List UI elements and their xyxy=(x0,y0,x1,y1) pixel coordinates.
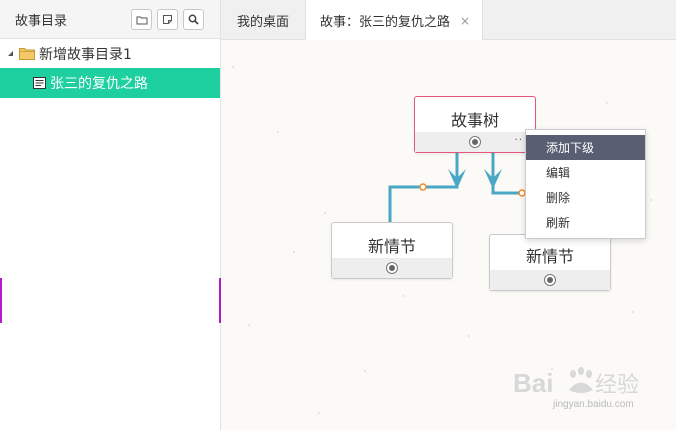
note-icon xyxy=(163,15,172,24)
collapse-triangle-icon[interactable] xyxy=(4,50,16,57)
search-icon xyxy=(188,14,199,25)
tab-my-desktop[interactable]: 我的桌面 xyxy=(221,0,307,40)
expand-dot-icon[interactable] xyxy=(469,136,481,148)
plot-node-left[interactable]: 新情节 xyxy=(331,222,453,279)
sidebar-toolbar xyxy=(131,9,204,30)
tree-item-folder[interactable]: 新增故事目录1 xyxy=(0,39,220,68)
tab-bar: 我的桌面 故事：张三的复仇之路 × xyxy=(221,0,676,41)
sidebar-header: 故事目录 xyxy=(0,0,220,39)
folder-icon xyxy=(136,16,147,24)
menu-item-delete[interactable]: 删除 xyxy=(526,185,645,210)
tab-story[interactable]: 故事：张三的复仇之路 × xyxy=(306,0,484,41)
left-resize-marker xyxy=(0,278,2,323)
connector-dot-left[interactable] xyxy=(419,183,427,191)
story-tree: 新增故事目录1 张三的复仇之路 xyxy=(0,39,220,98)
node-title: 新情节 xyxy=(525,247,574,266)
app-window: 故事目录 新增故事目录1 张三的复仇之路 我的桌面 故事：张三的复仇之路 × 故… xyxy=(0,0,676,430)
node-toolbar: ·· xyxy=(415,132,535,152)
menu-item-refresh[interactable]: 刷新 xyxy=(526,210,645,235)
folder-icon xyxy=(19,47,35,60)
node-toolbar xyxy=(490,270,610,290)
menu-item-edit[interactable]: 编辑 xyxy=(526,160,645,185)
node-title: 故事树 xyxy=(450,111,499,130)
story-tree-root-node[interactable]: 故事树 ·· xyxy=(414,96,536,153)
tab-label: 我的桌面 xyxy=(237,14,290,30)
svg-text:Bai: Bai xyxy=(513,368,553,398)
new-note-button[interactable] xyxy=(157,9,178,30)
expand-dot-icon[interactable] xyxy=(386,262,398,274)
search-button[interactable] xyxy=(183,9,204,30)
more-options-icon[interactable]: ·· xyxy=(515,135,523,146)
node-context-menu: 添加下级 编辑 删除 刷新 xyxy=(525,129,646,239)
plot-node-right[interactable]: 新情节 xyxy=(489,234,611,291)
watermark-url: jingyan.baidu.com xyxy=(553,399,634,410)
new-folder-button[interactable] xyxy=(131,9,152,30)
close-icon[interactable]: × xyxy=(460,14,470,28)
menu-item-add-child[interactable]: 添加下级 xyxy=(526,135,645,160)
document-icon xyxy=(33,77,46,89)
sidebar-title: 故事目录 xyxy=(15,13,68,29)
tree-folder-label: 新增故事目录1 xyxy=(39,46,132,63)
expand-dot-icon[interactable] xyxy=(544,274,556,286)
story-directory-sidebar: 故事目录 新增故事目录1 张三的复仇之路 xyxy=(0,0,221,430)
svg-text:经验: 经验 xyxy=(595,373,639,398)
tab-label: 故事：张三的复仇之路 xyxy=(320,15,451,30)
node-title: 新情节 xyxy=(367,237,416,256)
node-toolbar xyxy=(332,258,452,278)
tree-item-story[interactable]: 张三的复仇之路 xyxy=(0,68,220,98)
tree-story-label: 张三的复仇之路 xyxy=(50,76,148,92)
link-line-right xyxy=(491,152,523,195)
